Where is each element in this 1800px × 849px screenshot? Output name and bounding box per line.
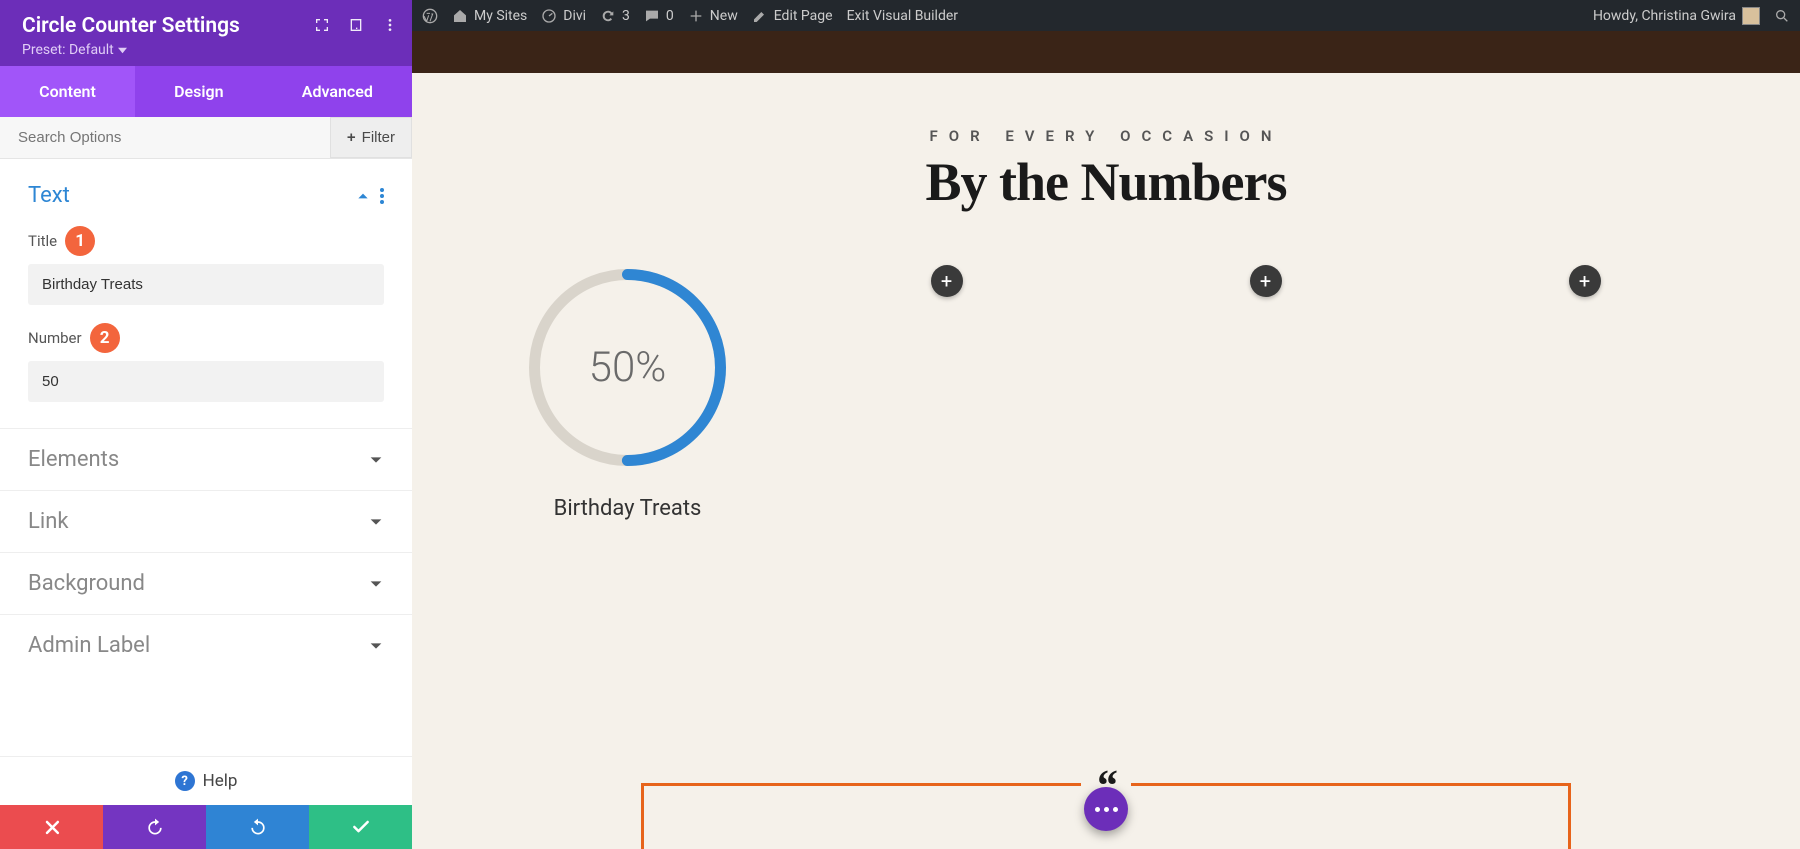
counter-row: 50% Birthday Treats + + + xyxy=(412,265,1800,521)
wp-logo[interactable] xyxy=(422,8,438,24)
responsive-icon[interactable] xyxy=(348,17,364,33)
counter-label: Birthday Treats xyxy=(554,496,702,521)
number-field-label: Number 2 xyxy=(28,323,384,353)
ab-exit-vb[interactable]: Exit Visual Builder xyxy=(847,8,958,24)
ab-my-sites[interactable]: My Sites xyxy=(452,8,527,24)
section-background-header[interactable]: Background xyxy=(0,553,412,614)
tab-design[interactable]: Design xyxy=(135,66,263,117)
chevron-down-icon xyxy=(368,638,384,654)
avatar xyxy=(1742,7,1760,25)
wp-admin-bar: My Sites Divi 3 0 New Edit Page Exit Vis… xyxy=(412,0,1800,31)
section-text: Text Title 1 Number 2 xyxy=(0,159,412,429)
add-module-button[interactable]: + xyxy=(1569,265,1601,297)
redo-button[interactable] xyxy=(206,805,309,849)
page-body: FOR EVERY OCCASION By the Numbers 50% Bi… xyxy=(412,73,1800,849)
undo-button[interactable] xyxy=(103,805,206,849)
ab-edit-page[interactable]: Edit Page xyxy=(752,8,833,24)
preset-selector[interactable]: Preset: Default xyxy=(22,42,390,58)
redo-icon xyxy=(248,817,268,837)
ab-howdy[interactable]: Howdy, Christina Gwira xyxy=(1593,7,1760,25)
callout-2: 2 xyxy=(90,323,120,353)
plus-icon xyxy=(688,8,704,24)
counter-percent: 50% xyxy=(525,265,730,470)
settings-tabs: Content Design Advanced xyxy=(0,66,412,117)
chevron-up-icon xyxy=(356,189,370,203)
tab-content[interactable]: Content xyxy=(0,66,135,117)
circle-counter: 50% xyxy=(525,265,730,470)
section-elements-header[interactable]: Elements xyxy=(0,429,412,490)
help-link[interactable]: ? Help xyxy=(0,756,412,805)
chevron-down-icon xyxy=(368,514,384,530)
cancel-button[interactable] xyxy=(0,805,103,849)
caret-down-icon xyxy=(118,46,127,55)
page-hero xyxy=(412,31,1800,73)
chevron-down-icon xyxy=(368,452,384,468)
undo-icon xyxy=(145,817,165,837)
ab-site[interactable]: Divi xyxy=(541,8,586,24)
callout-1: 1 xyxy=(65,226,95,256)
pencil-icon xyxy=(752,8,768,24)
number-field[interactable] xyxy=(28,361,384,402)
action-bar xyxy=(0,805,412,849)
section-admin-label-header[interactable]: Admin Label xyxy=(0,615,412,676)
refresh-icon xyxy=(600,8,616,24)
search-icon xyxy=(1774,8,1790,24)
close-icon xyxy=(42,817,62,837)
settings-panel: Circle Counter Settings Preset: Default … xyxy=(0,0,412,849)
ab-comments[interactable]: 0 xyxy=(644,8,674,24)
circle-counter-module[interactable]: 50% Birthday Treats xyxy=(508,265,747,521)
search-input[interactable] xyxy=(0,117,330,158)
kebab-icon[interactable] xyxy=(382,17,398,33)
chevron-down-icon xyxy=(368,576,384,592)
save-button[interactable] xyxy=(309,805,412,849)
expand-icon[interactable] xyxy=(314,17,330,33)
title-field-label: Title 1 xyxy=(28,226,384,256)
section-text-header[interactable]: Text xyxy=(0,159,412,214)
section-headline: By the Numbers xyxy=(412,151,1800,213)
preset-label: Preset: Default xyxy=(22,42,114,58)
comment-icon xyxy=(644,8,660,24)
section-eyebrow: FOR EVERY OCCASION xyxy=(412,127,1800,145)
filter-bar: +Filter xyxy=(0,117,412,159)
help-icon: ? xyxy=(175,771,195,791)
section-link-header[interactable]: Link xyxy=(0,491,412,552)
ab-updates[interactable]: 3 xyxy=(600,8,630,24)
tab-advanced[interactable]: Advanced xyxy=(263,66,412,117)
filter-button[interactable]: +Filter xyxy=(330,117,412,158)
panel-titlebar: Circle Counter Settings Preset: Default xyxy=(0,0,412,66)
section-menu-fab[interactable] xyxy=(1084,787,1128,831)
title-field[interactable] xyxy=(28,264,384,305)
wordpress-icon xyxy=(422,8,438,24)
home-icon xyxy=(452,8,468,24)
ab-search[interactable] xyxy=(1774,8,1790,24)
add-module-button[interactable]: + xyxy=(1250,265,1282,297)
add-module-button[interactable]: + xyxy=(931,265,963,297)
page-preview: My Sites Divi 3 0 New Edit Page Exit Vis… xyxy=(412,0,1800,849)
options-scroll[interactable]: Text Title 1 Number 2 Elements xyxy=(0,159,412,756)
ab-new[interactable]: New xyxy=(688,8,738,24)
kebab-icon[interactable] xyxy=(380,188,384,204)
check-icon xyxy=(351,817,371,837)
gauge-icon xyxy=(541,8,557,24)
